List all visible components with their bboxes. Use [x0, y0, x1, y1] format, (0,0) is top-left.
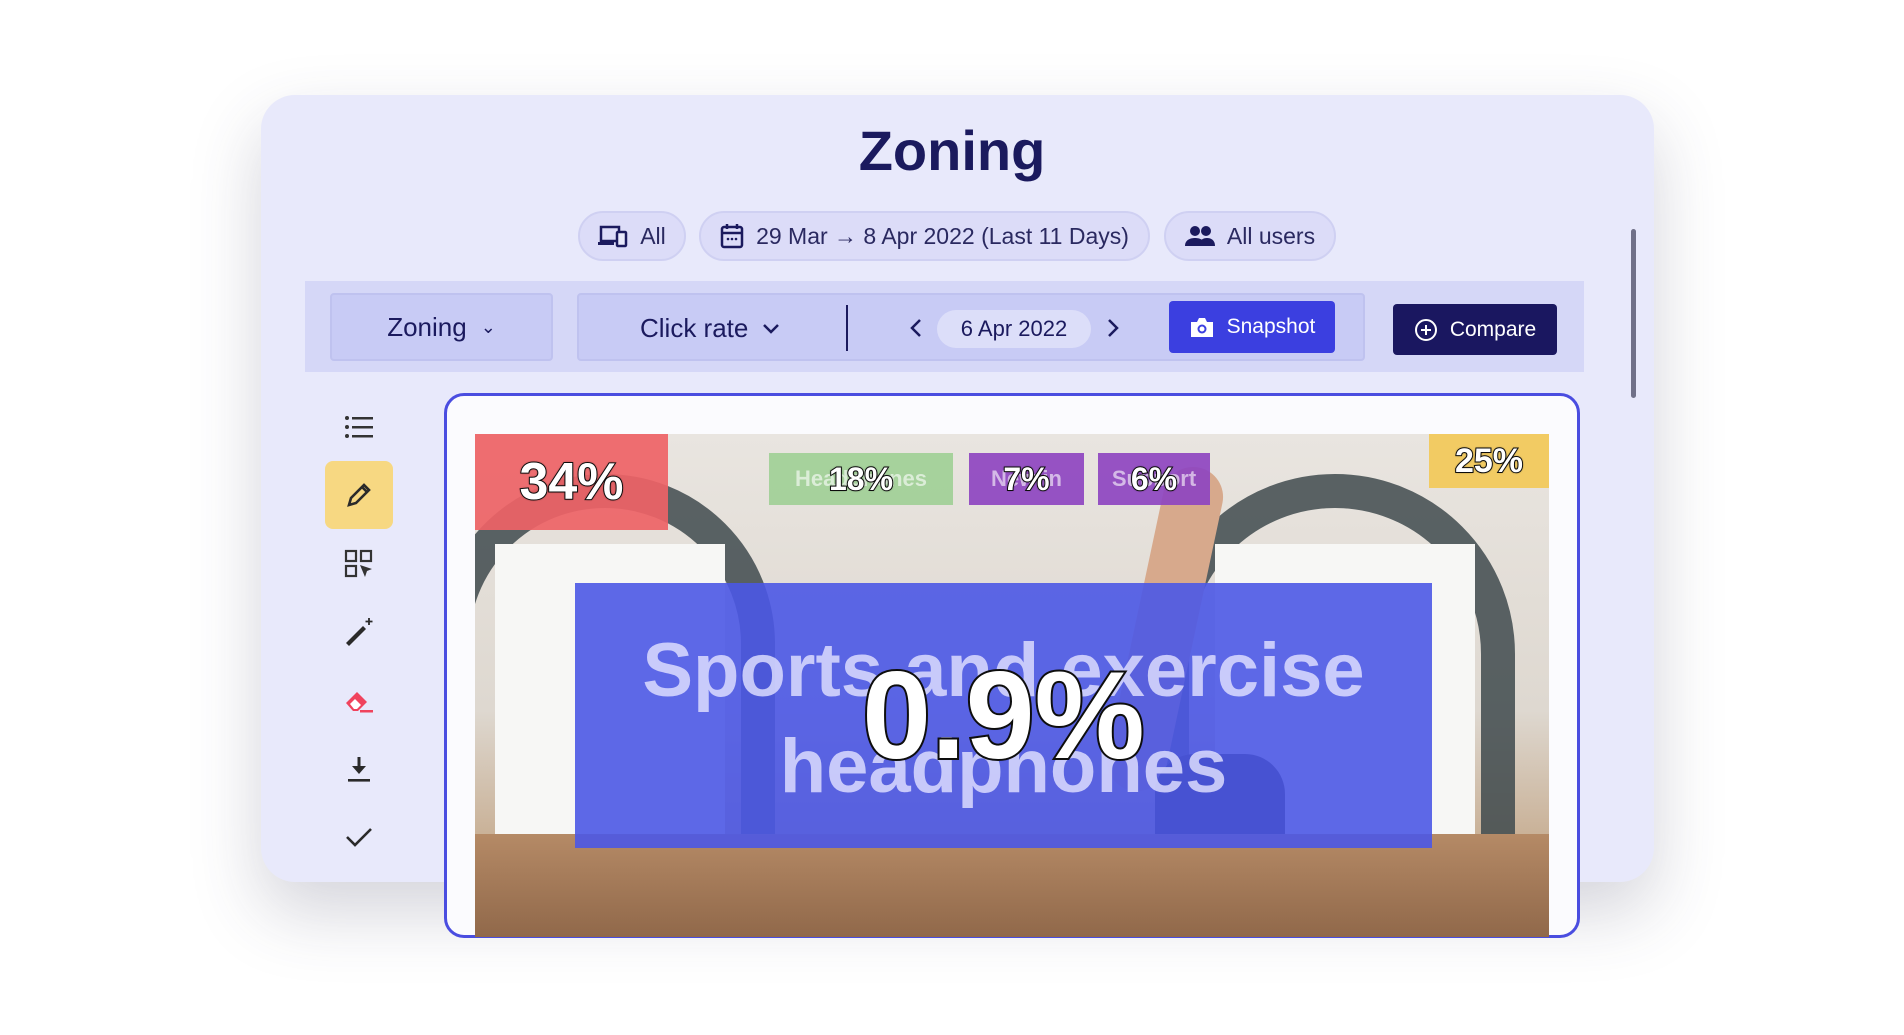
zone-value: 6%: [1130, 460, 1178, 498]
zone-34[interactable]: 34%: [475, 434, 668, 530]
compare-button[interactable]: Compare: [1393, 304, 1557, 355]
zone-value: 25%: [1454, 441, 1524, 481]
zone-hero-banner[interactable]: Sports and exercise headphones 0.9%: [575, 583, 1432, 848]
zone-new-in[interactable]: New in 7%: [969, 453, 1084, 505]
scrollbar[interactable]: [1631, 229, 1636, 398]
zone-headphones[interactable]: Headphones 18%: [769, 453, 953, 505]
zone-value: 7%: [1002, 460, 1050, 498]
download-icon[interactable]: [325, 735, 393, 803]
compare-label: Compare: [1449, 317, 1537, 341]
chevron-down-icon: [763, 323, 780, 334]
device-filter[interactable]: All: [578, 211, 686, 261]
zone-25[interactable]: 25%: [1429, 434, 1549, 488]
list-icon[interactable]: [325, 393, 393, 461]
zone-select-icon[interactable]: [325, 530, 393, 598]
chevron-left-icon[interactable]: [909, 318, 923, 338]
divider: [846, 305, 848, 351]
calendar-icon: [720, 224, 744, 249]
zone-value: 18%: [828, 460, 894, 498]
date-range-filter[interactable]: 29 Mar → 8 Apr 2022 (Last 11 Days): [699, 211, 1150, 261]
devices-icon: [598, 225, 628, 248]
snapshot-button[interactable]: Snapshot: [1169, 301, 1335, 353]
plus-circle-icon: [1414, 318, 1437, 341]
page-title: Zoning: [858, 119, 1046, 182]
snapshot-label: Snapshot: [1226, 315, 1316, 338]
metric-dropdown[interactable]: Click rate: [640, 313, 780, 344]
date-range-label: 29 Mar → 8 Apr 2022 (Last 11 Days): [756, 222, 1129, 249]
magic-wand-icon[interactable]: [325, 598, 393, 666]
chevron-right-icon[interactable]: [1106, 318, 1120, 338]
chevron-down-icon: ⌄: [480, 316, 496, 337]
view-dropdown[interactable]: Zoning ⌄: [330, 293, 553, 361]
metric-dropdown-label: Click rate: [640, 313, 749, 343]
zone-value: 34%: [518, 452, 624, 512]
device-filter-label: All: [640, 222, 666, 249]
users-filter-label: All users: [1226, 222, 1316, 249]
view-dropdown-label: Zoning: [387, 311, 467, 342]
users-icon: [1184, 226, 1215, 246]
zone-support[interactable]: Support 6%: [1098, 453, 1210, 505]
eraser-icon[interactable]: [325, 668, 393, 736]
camera-icon: [1190, 318, 1213, 337]
zone-value: 0.9%: [860, 645, 1147, 787]
check-icon[interactable]: [325, 803, 393, 871]
date-picker[interactable]: 6 Apr 2022: [937, 310, 1091, 348]
users-filter[interactable]: All users: [1164, 211, 1336, 261]
pencil-icon[interactable]: [325, 461, 393, 529]
